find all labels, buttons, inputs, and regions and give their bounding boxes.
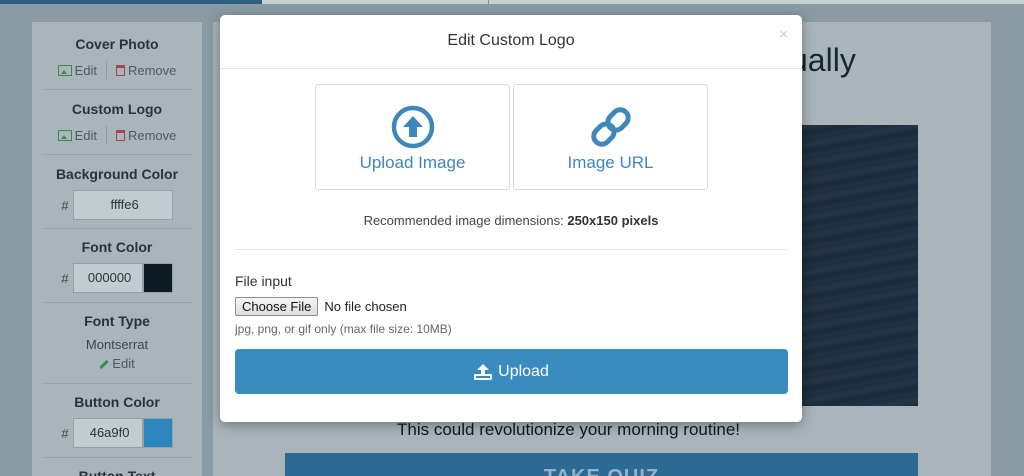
custom-logo-title: Custom Logo (71, 101, 163, 117)
choose-file-button[interactable]: Choose File (235, 297, 319, 316)
edit-logo-modal: Edit Custom Logo × Upload Image Image UR… (220, 15, 802, 422)
custom-logo-edit-label: Edit (74, 127, 97, 143)
action-separator (105, 126, 107, 144)
cover-photo-section: Cover Photo Edit Remove (32, 36, 202, 79)
image-icon (57, 129, 72, 141)
button-color-input[interactable]: 46a9f0 (72, 418, 143, 448)
font-type-edit-button[interactable]: Edit (32, 356, 202, 371)
hash-symbol: # (61, 270, 69, 286)
sidebar-divider (42, 154, 192, 155)
custom-logo-remove-label: Remove (127, 127, 177, 143)
cover-photo-edit-label: Edit (74, 62, 97, 78)
hash-symbol: # (61, 425, 69, 441)
button-color-swatch[interactable] (142, 418, 173, 448)
hash-symbol: # (61, 197, 69, 213)
pencil-icon (99, 359, 109, 370)
trash-icon (115, 129, 125, 141)
background-color-title: Background Color (55, 166, 179, 182)
preview-subtitle: This could revolutionize your morning ro… (397, 420, 741, 439)
sidebar-divider (42, 383, 192, 384)
trash-icon (115, 64, 125, 76)
image-url-label: Image URL (567, 153, 654, 172)
custom-logo-remove-button[interactable]: Remove (115, 127, 177, 143)
cover-photo-remove-button[interactable]: Remove (115, 62, 177, 78)
recommended-dimensions-prefix: Recommended image dimensions: (363, 213, 568, 228)
cover-photo-edit-button[interactable]: Edit (57, 62, 97, 78)
sidebar-divider (42, 228, 192, 229)
recommended-dimensions-value: 250x150 pixels (567, 213, 659, 228)
image-icon (57, 64, 72, 76)
file-input-label: File input (235, 273, 292, 289)
font-type-section: Font Type Montserrat Edit (32, 313, 202, 371)
font-type-edit-label: Edit (112, 356, 135, 371)
upload-button-label: Upload (498, 362, 549, 380)
upload-icon (474, 363, 493, 380)
no-file-chosen-text: No file chosen (324, 299, 407, 314)
font-color-title: Font Color (81, 239, 153, 255)
font-color-swatch[interactable] (142, 263, 173, 293)
background-color-section: Background Color # ffffe6 (32, 166, 202, 220)
upload-circle-icon (391, 105, 434, 149)
modal-title: Edit Custom Logo (447, 32, 575, 49)
link-icon (590, 107, 631, 147)
top-tab-bar (0, 0, 1024, 4)
image-url-option[interactable]: Image URL (513, 84, 708, 190)
upload-button[interactable]: Upload (235, 349, 788, 394)
background-color-input[interactable]: ffffe6 (72, 190, 173, 220)
action-separator (105, 61, 107, 79)
modal-header: Edit Custom Logo × (220, 15, 802, 69)
sidebar-divider (42, 457, 192, 458)
font-type-title: Font Type (84, 313, 150, 329)
button-color-section: Button Color # 46a9f0 (32, 394, 202, 448)
cover-photo-title: Cover Photo (75, 36, 159, 52)
font-type-value: Montserrat (85, 337, 149, 352)
sidebar-divider (42, 89, 192, 90)
design-sidebar: Cover Photo Edit Remove Custom Logo Edit… (32, 22, 202, 476)
font-color-section: Font Color # 000000 (32, 239, 202, 293)
file-help-text: jpg, png, or gif only (max file size: 10… (235, 322, 452, 336)
button-color-title: Button Color (74, 394, 160, 410)
upload-image-option[interactable]: Upload Image (315, 84, 510, 190)
sidebar-divider (42, 302, 192, 303)
take-quiz-button[interactable]: TAKE QUIZ (285, 453, 918, 476)
recommended-dimensions: Recommended image dimensions: 250x150 pi… (220, 213, 802, 228)
close-icon[interactable]: × (779, 27, 788, 42)
modal-divider (235, 249, 788, 250)
cover-photo-remove-label: Remove (127, 62, 177, 78)
tab-separator (488, 0, 489, 4)
upload-image-label: Upload Image (359, 153, 466, 172)
custom-logo-section: Custom Logo Edit Remove (32, 101, 202, 144)
preview-cover-photo (782, 125, 918, 406)
custom-logo-edit-button[interactable]: Edit (57, 127, 97, 143)
upload-source-choices: Upload Image Image URL (315, 84, 708, 190)
button-text-section: Button Text (32, 468, 202, 476)
font-color-input[interactable]: 000000 (72, 263, 143, 293)
active-tab-indicator (0, 0, 262, 4)
button-text-title: Button Text (78, 468, 156, 476)
file-input: Choose File No file chosen (235, 297, 407, 316)
